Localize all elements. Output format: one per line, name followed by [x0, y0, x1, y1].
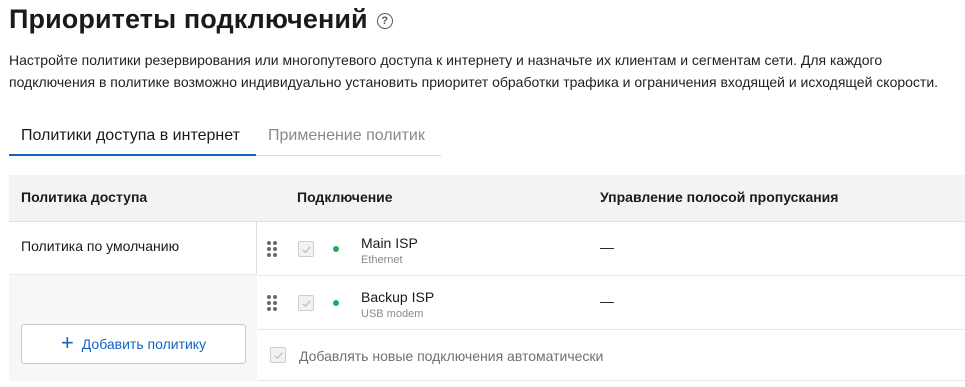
connection-row-backup-isp: Backup ISP USB modem — [258, 276, 965, 330]
page-title: Приоритеты подключений [9, 4, 368, 34]
bandwidth-value: — [600, 239, 614, 255]
check-icon [301, 245, 311, 253]
page-description: Настройте политики резервирования или мн… [9, 52, 939, 90]
connection-name: Backup ISP [361, 289, 435, 305]
check-icon [273, 351, 283, 359]
auto-add-row: Добавлять новые подключения автоматическ… [258, 330, 965, 381]
question-circle-icon[interactable]: ? [376, 13, 393, 29]
tab-policy-application[interactable]: Применение политик [256, 118, 437, 156]
status-online-icon [333, 246, 339, 252]
auto-add-label[interactable]: Добавлять новые подключения автоматическ… [299, 348, 603, 364]
status-online-icon [333, 300, 339, 306]
policy-list: Политика по умолчанию + Добавить политик… [9, 222, 257, 381]
column-header-bandwidth: Управление полосой пропускания [600, 189, 839, 205]
policy-name: Политика по умолчанию [21, 238, 180, 254]
column-header-connection: Подключение [297, 189, 393, 205]
table-header: Политика доступа Подключение Управление … [9, 175, 965, 222]
connection-list: Main ISP Ethernet — Backup ISP USB modem… [258, 222, 965, 381]
policies-table: Политика доступа Подключение Управление … [9, 175, 965, 381]
add-policy-button[interactable]: + Добавить политику [21, 324, 246, 364]
connection-row-main-isp: Main ISP Ethernet — [258, 222, 965, 276]
drag-handle-icon[interactable] [267, 295, 277, 311]
connection-name: Main ISP [361, 235, 418, 251]
plus-icon: + [60, 330, 74, 355]
add-policy-label: Добавить политику [81, 336, 207, 352]
connection-enabled-checkbox[interactable] [298, 295, 314, 311]
column-header-policy: Политика доступа [21, 189, 148, 205]
tab-internet-access-policies[interactable]: Политики доступа в интернет [9, 118, 256, 156]
connection-enabled-checkbox[interactable] [298, 241, 314, 257]
connection-type: USB modem [361, 308, 424, 320]
bandwidth-value: — [600, 293, 614, 309]
connection-type: Ethernet [361, 254, 403, 266]
check-icon [301, 299, 311, 307]
page-header: Приоритеты подключений ? [9, 4, 393, 35]
tab-bar: Политики доступа в интернет Применение п… [9, 118, 441, 156]
drag-handle-icon[interactable] [267, 241, 277, 257]
policy-item-default[interactable]: Политика по умолчанию [9, 222, 257, 275]
auto-add-checkbox[interactable] [270, 347, 286, 363]
